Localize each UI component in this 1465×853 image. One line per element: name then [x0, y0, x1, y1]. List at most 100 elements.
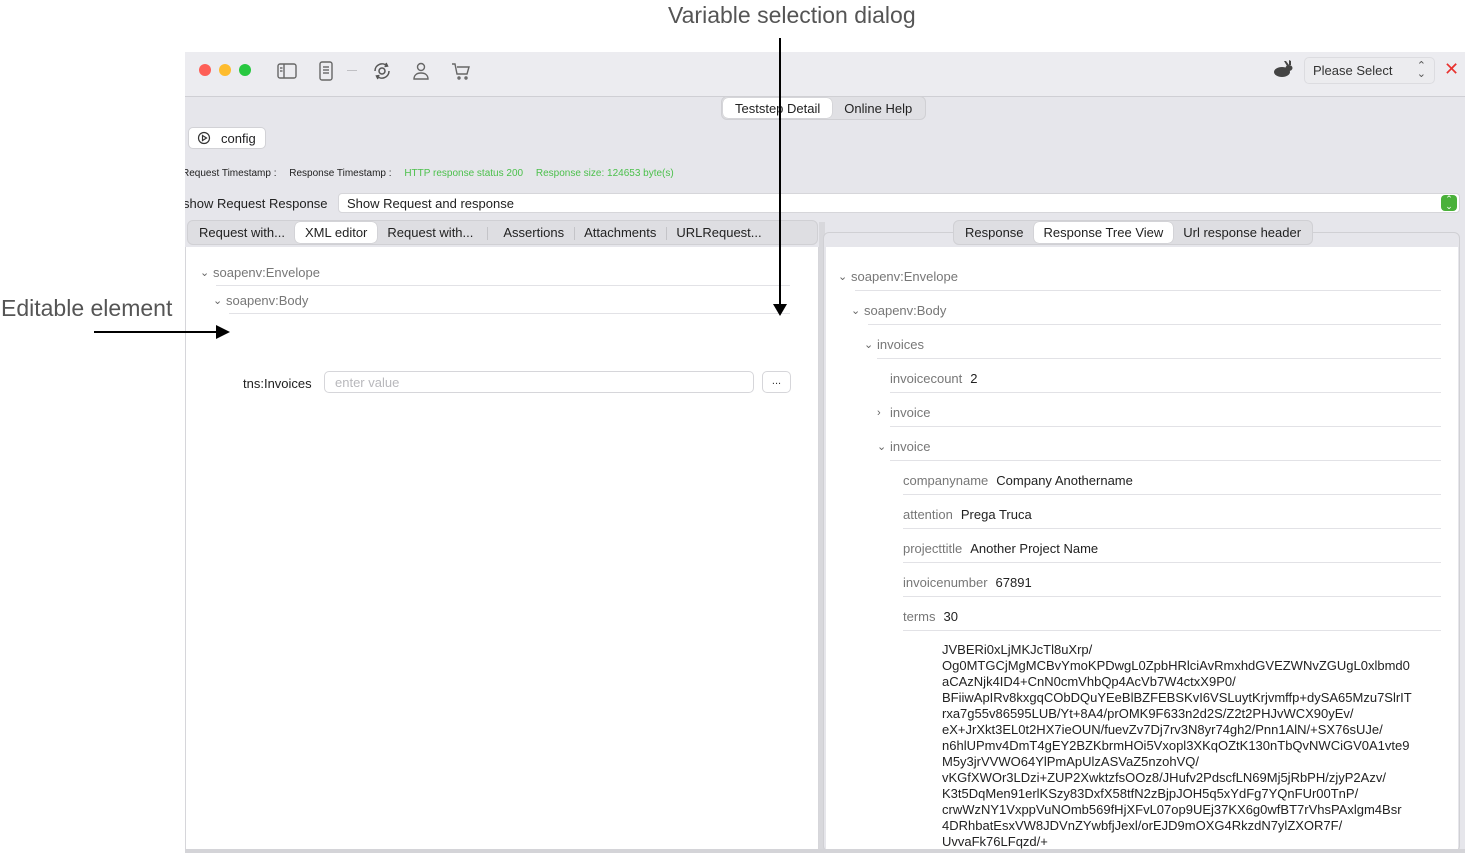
base64-line: eX+JrXkt3EL0t2HX7ieOUN/fuevZv7Dj7rv3N8yr…	[942, 722, 1383, 737]
app-window: Please Select ⌃ ⌄ ✕ Teststep Detail Onlin…	[185, 52, 1465, 853]
base64-line: 4DRhbatEsxVW8JDVnZYwbfjJexl/orEJD9mOXG4R…	[942, 818, 1343, 833]
leaf-key: companyname	[903, 473, 989, 488]
tree-node-invoice-collapsed[interactable]: › invoice	[877, 405, 930, 420]
tree-node-envelope[interactable]: ⌄ soapenv:Envelope	[838, 269, 958, 284]
tree-node-label: soapenv:Envelope	[213, 265, 320, 280]
tab-xml-editor[interactable]: XML editor	[295, 222, 378, 243]
environment-select[interactable]: Please Select ⌃ ⌄	[1304, 57, 1435, 84]
tree-node-label: invoice	[890, 439, 931, 454]
leaf-key: attention	[903, 507, 953, 522]
variable-selection-button[interactable]: ...	[762, 371, 791, 393]
close-icon[interactable]: ✕	[1444, 59, 1459, 80]
tab-url-request[interactable]: URLRequest...	[666, 222, 771, 243]
annotation-arrow-right	[94, 331, 216, 333]
tree-node-invoice-expanded[interactable]: ⌄ invoice	[877, 439, 930, 454]
tree-node-label: invoices	[877, 337, 924, 352]
tree-node-body[interactable]: ⌄ soapenv:Body	[851, 303, 946, 318]
config-button[interactable]: config	[188, 127, 266, 149]
tab-attachments[interactable]: Attachments	[574, 222, 666, 243]
divider	[216, 285, 790, 286]
divider	[877, 358, 1441, 359]
leaf-value: Another Project Name	[970, 541, 1099, 556]
annotation-arrow-down	[779, 38, 781, 304]
tree-leaf-attention: attention Prega Truca	[903, 507, 1032, 522]
chevron-down-icon[interactable]: ⌄	[851, 304, 864, 317]
tab-assertions[interactable]: Assertions	[487, 222, 574, 243]
tree-node-envelope[interactable]: ⌄ soapenv:Envelope	[200, 265, 320, 280]
tree-leaf-invoicenumber: invoicenumber 67891	[903, 575, 1032, 590]
divider	[890, 392, 1441, 393]
base64-line: BFiiwApIRv8kxgqCObDQuYEeBlBZFEBSKvI6VSLu…	[942, 690, 1412, 705]
toolbar-separator	[347, 70, 357, 71]
chevron-right-icon[interactable]: ›	[877, 407, 890, 419]
show-request-response-row: show Request Response Show Request and r…	[185, 192, 1463, 214]
leaf-key: invoicenumber	[903, 575, 988, 590]
editable-element-input[interactable]	[324, 371, 754, 393]
leaf-value: 30	[943, 609, 958, 624]
base64-line: JVBERi0xLjMKJcTl8uXrp/	[942, 642, 1093, 657]
leaf-key: terms	[903, 609, 936, 624]
tree-node-invoices[interactable]: ⌄ invoices	[864, 337, 924, 352]
title-bar: Please Select ⌃ ⌄ ✕	[185, 52, 1465, 97]
divider	[855, 290, 1441, 291]
tab-teststep-detail[interactable]: Teststep Detail	[723, 98, 833, 118]
tree-node-body[interactable]: ⌄ soapenv:Body	[213, 293, 308, 308]
show-request-response-label: show Request Response	[185, 196, 328, 211]
base64-line: UvvaFk76LFqzd/+	[942, 834, 1048, 849]
chevron-down-icon[interactable]: ⌄	[838, 270, 851, 283]
divider	[868, 324, 1441, 325]
tree-node-label: soapenv:Envelope	[851, 269, 958, 284]
window-close-traffic-light[interactable]	[199, 64, 211, 76]
divider	[229, 313, 790, 314]
annotation-variable-selection-dialog: Variable selection dialog	[668, 2, 916, 28]
base64-line: n6hlUPmv4DmT4gEY2BZKbrmHOi5Vxopl3XKqOZtK…	[942, 738, 1410, 753]
tree-node-label: soapenv:Body	[226, 293, 309, 308]
tree-leaf-invoicecount: invoicecount 2	[890, 371, 978, 386]
editable-element-label: tns:Invoices	[243, 376, 312, 391]
chevron-down-icon[interactable]: ⌄	[200, 266, 213, 279]
window-maximize-traffic-light[interactable]	[239, 64, 251, 76]
tree-leaf-companyname: companyname Company Anothername	[903, 473, 1133, 488]
divider	[903, 596, 1441, 597]
sync-gear-icon[interactable]	[371, 60, 393, 82]
request-timestamp-label: Request Timestamp :	[185, 168, 277, 179]
window-minimize-traffic-light[interactable]	[219, 64, 231, 76]
tab-response[interactable]: Response	[955, 222, 1034, 243]
tree-leaf-projecttitle: projecttitle Another Project Name	[903, 541, 1098, 556]
chevron-down-icon[interactable]: ⌄	[213, 294, 226, 307]
divider	[903, 494, 1441, 495]
chevron-down-icon[interactable]: ⌄	[877, 440, 890, 453]
show-request-response-select[interactable]: Show Request and response ⌃ ⌄	[338, 193, 1460, 213]
tree-node-label: soapenv:Body	[864, 303, 947, 318]
annotation-editable-element: Editable element	[1, 295, 173, 321]
show-request-response-value: Show Request and response	[347, 196, 514, 211]
leaf-value: Prega Truca	[960, 507, 1032, 522]
tab-request-with-1[interactable]: Request with...	[189, 222, 295, 243]
user-icon[interactable]	[410, 60, 432, 82]
base64-content: JVBERi0xLjMKJcTl8uXrp/Og0MTGCjMgMCBvYmoK…	[942, 642, 1432, 850]
base64-line: K3t5DqMen91erlKSzy83DxfX58tfN2zBjpJOH5q5…	[942, 786, 1359, 801]
chevron-down-icon[interactable]: ⌄	[864, 338, 877, 351]
http-status: HTTP response status 200	[404, 168, 524, 179]
tab-response-tree-view[interactable]: Response Tree View	[1033, 222, 1174, 243]
response-tabs: Response Response Tree View Url response…	[953, 220, 1314, 245]
tab-request-with-2[interactable]: Request with...	[377, 222, 483, 243]
base64-line: rxa7g55v86595LUB/Yt+8A4/prOMK9F633n2d2S/…	[942, 706, 1354, 721]
tab-online-help[interactable]: Online Help	[832, 98, 924, 118]
response-timestamp-label: Response Timestamp :	[289, 168, 392, 179]
cart-icon[interactable]	[450, 60, 472, 82]
xml-editor-panel: ⌄ soapenv:Envelope ⌄ soapenv:Body tns:In…	[185, 247, 819, 850]
response-tree-panel: ⌄ soapenv:Envelope ⌄ soapenv:Body ⌄ invo…	[826, 247, 1458, 853]
response-size: Response size: 124653 byte(s)	[535, 168, 674, 179]
sidebar-icon[interactable]	[276, 60, 298, 82]
bottom-bar	[185, 849, 1465, 853]
base64-line: Og0MTGCjMgMCBvYmoKPDwgL0ZpbHRlciAvRmxhdG…	[942, 658, 1410, 673]
leaf-value: Company Anothername	[996, 473, 1133, 488]
config-label: config	[221, 130, 256, 146]
rabbit-icon[interactable]	[1272, 60, 1294, 80]
annotation-arrowhead-right	[216, 325, 230, 339]
list-icon[interactable]	[315, 60, 337, 82]
chevron-updown-icon: ⌃ ⌄	[1416, 60, 1426, 80]
play-gear-icon	[197, 131, 211, 145]
tab-url-response-header[interactable]: Url response header	[1173, 222, 1311, 243]
